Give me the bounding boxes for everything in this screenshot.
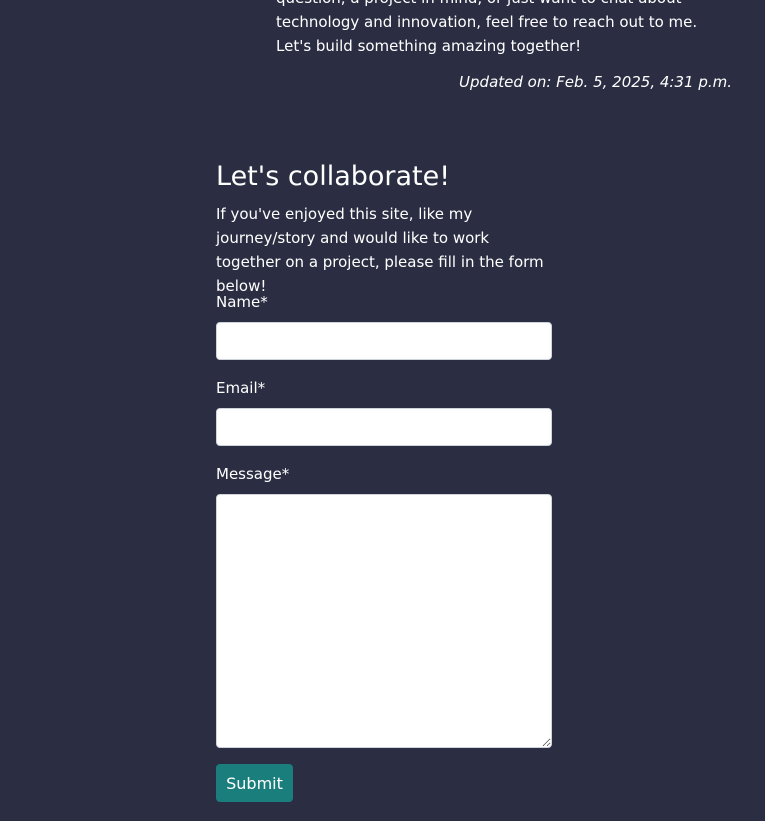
- email-field[interactable]: [216, 408, 552, 446]
- name-label: Name*: [216, 293, 268, 311]
- email-label: Email*: [216, 379, 266, 397]
- page: question, a project in mind, or just wan…: [0, 0, 765, 821]
- name-field[interactable]: [216, 322, 552, 360]
- message-label: Message*: [216, 465, 290, 483]
- updated-timestamp: Updated on: Feb. 5, 2025, 4:31 p.m.: [459, 73, 732, 91]
- message-field[interactable]: [216, 494, 552, 748]
- collaborate-title: Let's collaborate!: [216, 161, 451, 192]
- about-text: question, a project in mind, or just wan…: [276, 0, 698, 55]
- submit-button[interactable]: Submit: [216, 764, 293, 802]
- collaborate-intro: If you've enjoyed this site, like my jou…: [216, 205, 544, 295]
- collaborate-section: Let's collaborate! If you've enjoyed thi…: [216, 158, 552, 298]
